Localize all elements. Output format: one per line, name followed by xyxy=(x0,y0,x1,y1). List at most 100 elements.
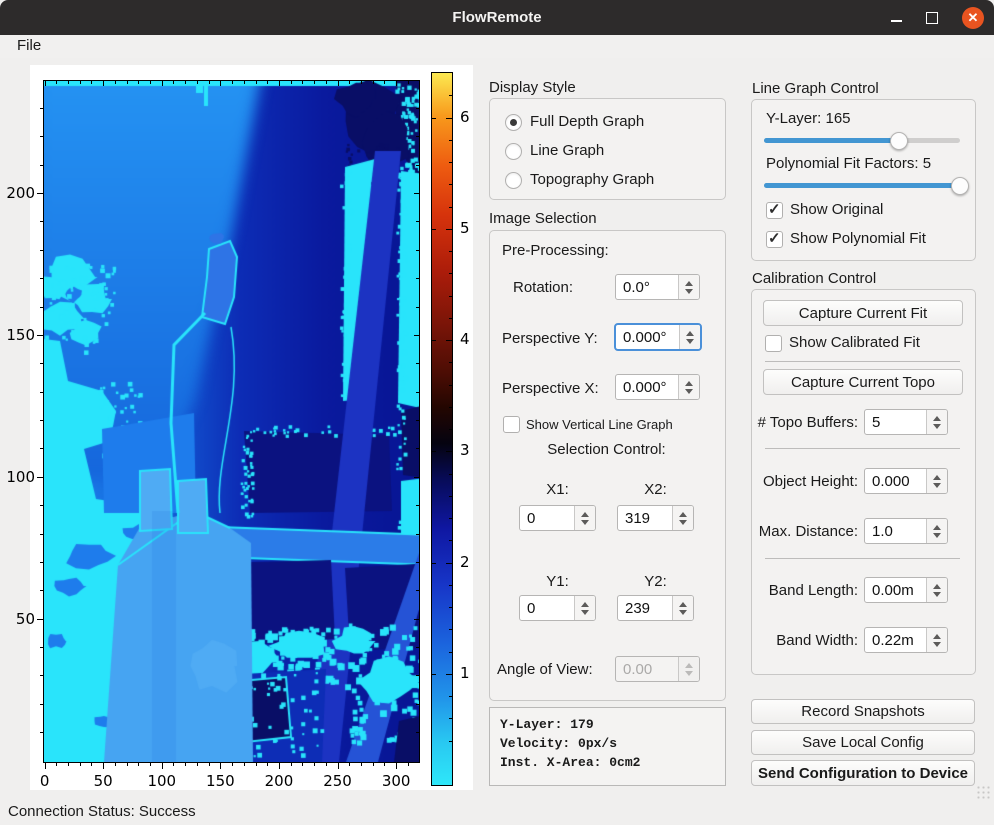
axis-tick xyxy=(349,81,350,84)
axis-tick xyxy=(449,207,452,208)
axis-tick xyxy=(446,674,452,675)
separator xyxy=(765,361,960,362)
spinner-buttons[interactable] xyxy=(672,596,693,620)
axis-tick xyxy=(232,81,233,84)
axis-tick xyxy=(338,81,339,86)
axis-tick xyxy=(302,763,303,766)
spinner-buttons[interactable] xyxy=(926,628,947,652)
spinner-buttons xyxy=(678,657,699,681)
rotation-spinbox[interactable]: 0.0° xyxy=(615,274,700,300)
axis-tick xyxy=(37,193,44,194)
spinner-buttons[interactable] xyxy=(926,410,947,434)
axis-tick xyxy=(416,534,419,535)
axis-tick xyxy=(68,763,69,766)
display-style-title: Display Style xyxy=(489,79,576,96)
axis-tick xyxy=(449,273,452,274)
axis-tick xyxy=(432,340,436,341)
axis-tick xyxy=(449,162,452,163)
axis-tick xyxy=(326,81,327,84)
object-height-spinbox[interactable]: 0.000 xyxy=(864,468,948,494)
band-width-spinbox[interactable]: 0.22m xyxy=(864,627,948,653)
show-polynomial-fit-checkbox[interactable] xyxy=(766,231,783,248)
show-vertical-line-graph-label: Show Vertical Line Graph xyxy=(526,417,673,432)
axis-tick xyxy=(40,732,44,733)
x1-spinbox[interactable]: 0 xyxy=(519,505,596,531)
show-original-checkbox[interactable] xyxy=(766,202,783,219)
axis-tick xyxy=(373,81,374,84)
resize-grip[interactable] xyxy=(976,785,990,799)
axis-tick xyxy=(449,385,452,386)
axis-tick xyxy=(416,647,419,648)
save-local-config-button[interactable]: Save Local Config xyxy=(751,730,975,755)
topo-buffers-spinbox[interactable]: 5 xyxy=(864,409,948,435)
record-snapshots-button[interactable]: Record Snapshots xyxy=(751,699,975,724)
radio-line-graph[interactable] xyxy=(505,143,522,160)
perspective-x-spinbox[interactable]: 0.000° xyxy=(615,374,700,400)
info-velocity: Velocity: 0px/s xyxy=(500,734,715,753)
axis-tick xyxy=(40,136,44,137)
axis-tick xyxy=(40,420,44,421)
maximize-icon[interactable] xyxy=(926,12,938,24)
menu-file[interactable]: File xyxy=(13,37,45,54)
axis-tick xyxy=(279,81,280,86)
axis-tick xyxy=(361,763,362,766)
send-configuration-button[interactable]: Send Configuration to Device xyxy=(751,760,975,786)
radio-topography-graph[interactable] xyxy=(505,172,522,189)
y-layer-slider[interactable] xyxy=(764,131,960,149)
capture-current-topo-button[interactable]: Capture Current Topo xyxy=(763,369,963,395)
axis-tick xyxy=(416,165,419,166)
capture-current-fit-button[interactable]: Capture Current Fit xyxy=(763,300,963,326)
angle-of-view-label: Angle of View: xyxy=(497,661,593,678)
band-length-spinbox[interactable]: 0.00m xyxy=(864,577,948,603)
slider-thumb[interactable] xyxy=(951,177,969,195)
x-tick-label: 0 xyxy=(28,772,62,790)
spinner-buttons[interactable] xyxy=(926,519,947,543)
axis-tick xyxy=(37,619,44,620)
axis-tick xyxy=(416,420,419,421)
axis-tick xyxy=(91,81,92,84)
axis-tick xyxy=(127,81,128,84)
axis-tick xyxy=(232,763,233,766)
spinner-buttons[interactable] xyxy=(679,325,700,349)
minimize-icon[interactable] xyxy=(891,20,902,22)
colorbar-tick-label: 4 xyxy=(460,330,470,348)
colorbar-tick-label: 2 xyxy=(460,553,470,571)
radio-full-depth-graph[interactable] xyxy=(505,114,522,131)
axis-tick xyxy=(267,763,268,766)
axis-tick xyxy=(449,318,452,319)
axis-tick xyxy=(384,81,385,84)
x2-spinbox[interactable]: 319 xyxy=(617,505,694,531)
slider-thumb[interactable] xyxy=(890,132,908,150)
close-icon[interactable]: ✕ xyxy=(962,7,984,29)
axis-tick xyxy=(449,95,452,96)
axis-tick xyxy=(414,335,419,336)
axis-tick xyxy=(449,518,452,519)
max-distance-spinbox[interactable]: 1.0 xyxy=(864,518,948,544)
spinner-buttons[interactable] xyxy=(574,506,595,530)
show-vertical-line-graph-checkbox[interactable] xyxy=(503,416,520,433)
spinner-buttons[interactable] xyxy=(678,375,699,399)
poly-fit-slider[interactable] xyxy=(764,176,960,194)
axis-tick xyxy=(396,81,397,86)
axis-tick xyxy=(449,496,452,497)
radio-full-depth-graph-label: Full Depth Graph xyxy=(530,113,644,130)
angle-of-view-spinbox: 0.00 xyxy=(615,656,700,682)
y2-label: Y2: xyxy=(617,573,694,590)
spinner-buttons[interactable] xyxy=(574,596,595,620)
axis-tick xyxy=(449,585,452,586)
y1-spinbox[interactable]: 0 xyxy=(519,595,596,621)
axis-tick xyxy=(449,741,452,742)
show-calibrated-fit-checkbox[interactable] xyxy=(765,335,782,352)
axis-tick xyxy=(138,763,139,766)
axis-tick xyxy=(416,108,419,109)
measurement-info-box: Y-Layer: 179 Velocity: 0px/s Inst. X-Are… xyxy=(489,707,726,786)
axis-tick xyxy=(40,278,44,279)
spinner-buttons[interactable] xyxy=(672,506,693,530)
spinner-buttons[interactable] xyxy=(926,469,947,493)
axis-tick xyxy=(302,81,303,84)
spinner-buttons[interactable] xyxy=(926,578,947,602)
spinner-buttons[interactable] xyxy=(678,275,699,299)
axis-tick xyxy=(449,652,452,653)
y2-spinbox[interactable]: 239 xyxy=(617,595,694,621)
perspective-y-spinbox[interactable]: 0.000° xyxy=(614,323,702,351)
